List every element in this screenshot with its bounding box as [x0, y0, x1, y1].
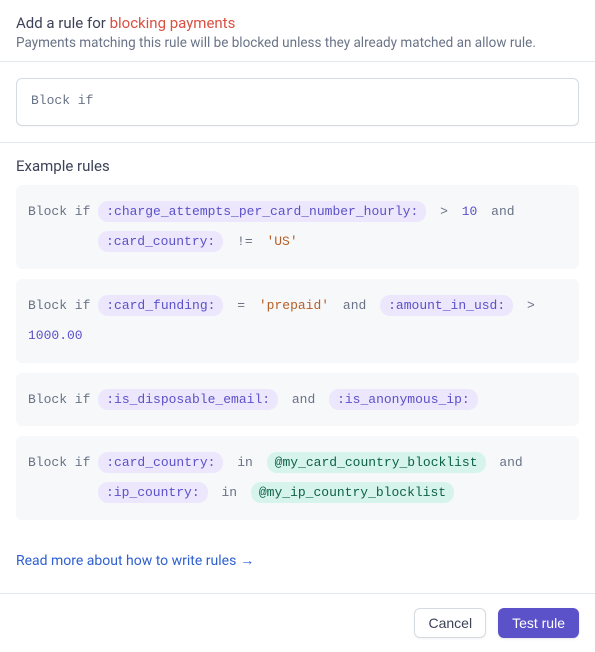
number-literal: 1000.00 — [28, 328, 83, 343]
dialog-title: Add a rule for blocking payments — [16, 14, 579, 32]
operator: and — [343, 298, 366, 313]
title-prefix: Add a rule for — [16, 14, 110, 32]
field-pill: :card_funding: — [98, 295, 223, 316]
list-pill: @my_card_country_blocklist — [267, 452, 486, 473]
operator: and — [292, 392, 315, 407]
keyword: Block if — [28, 204, 98, 219]
operator: in — [221, 485, 237, 500]
operator: != — [237, 234, 253, 249]
operator: > — [440, 204, 448, 219]
arrow-icon: → — [240, 553, 254, 569]
example-rule: Block if :is_disposable_email: and :is_a… — [16, 373, 579, 427]
example-rule: Block if :charge_attempts_per_card_numbe… — [16, 185, 579, 269]
operator: > — [527, 298, 535, 313]
operator: = — [237, 298, 245, 313]
operator: in — [237, 455, 253, 470]
title-emphasis: blocking payments — [110, 14, 236, 32]
string-literal: 'US' — [266, 234, 297, 249]
dialog-subtitle: Payments matching this rule will be bloc… — [16, 35, 579, 51]
test-rule-button[interactable]: Test rule — [498, 608, 579, 638]
rule-input[interactable]: Block if — [16, 78, 579, 126]
number-literal: 10 — [462, 204, 478, 219]
field-pill: :is_disposable_email: — [98, 389, 278, 410]
keyword: Block if — [28, 298, 98, 313]
example-rule: Block if :card_funding: = 'prepaid' and … — [16, 279, 579, 363]
field-pill: :card_country: — [98, 231, 223, 252]
operator: and — [491, 204, 514, 219]
link-text: Read more about how to write rules — [16, 553, 236, 569]
field-pill: :is_anonymous_ip: — [329, 389, 478, 410]
operator: and — [499, 455, 522, 470]
field-pill: :card_country: — [98, 452, 223, 473]
cancel-button[interactable]: Cancel — [414, 608, 486, 638]
keyword: Block if — [28, 455, 98, 470]
string-literal: 'prepaid' — [259, 298, 329, 313]
list-pill: @my_ip_country_blocklist — [251, 482, 454, 503]
field-pill: :ip_country: — [98, 482, 208, 503]
example-rule: Block if :card_country: in @my_card_coun… — [16, 436, 579, 520]
examples-heading: Example rules — [16, 157, 579, 175]
read-more-link[interactable]: Read more about how to write rules→ — [16, 553, 254, 569]
keyword: Block if — [28, 392, 98, 407]
field-pill: :amount_in_usd: — [380, 295, 513, 316]
field-pill: :charge_attempts_per_card_number_hourly: — [98, 201, 426, 222]
